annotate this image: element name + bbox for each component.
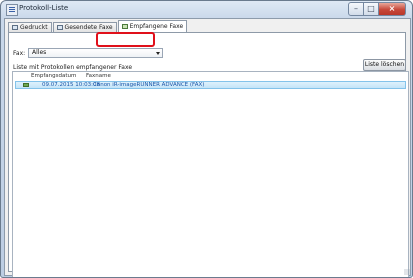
tab-bar: Gedruckt Gesendete Faxe Empfangene Faxe — [8, 20, 188, 32]
printer-icon — [12, 25, 18, 30]
list-caption: Liste mit Protokollen empfangener Faxe — [13, 64, 133, 71]
resize-grip[interactable] — [404, 269, 410, 275]
received-fax-list[interactable]: Empfangsdatum Faxname 09.07.2015 10:03:0… — [12, 71, 409, 277]
maximize-icon: □ — [367, 4, 375, 13]
sent-fax-icon — [56, 25, 63, 30]
list-header: Empfangsdatum Faxname — [13, 72, 408, 80]
row-faxname: Canon iR-imageRUNNER ADVANCE (FAX) — [93, 82, 205, 88]
app-icon — [6, 4, 18, 16]
column-header-date[interactable]: Empfangsdatum — [31, 73, 76, 79]
tab-received-faxes[interactable]: Empfangene Faxe — [117, 20, 188, 32]
maximize-button[interactable]: □ — [364, 2, 379, 16]
column-header-faxname[interactable]: Faxname — [86, 73, 111, 79]
clear-list-button[interactable]: Liste löschen — [363, 59, 406, 71]
fax-filter-dropdown[interactable]: Alles — [28, 48, 163, 58]
minimize-icon: – — [354, 4, 358, 13]
received-fax-icon — [121, 24, 128, 29]
tab-received-faxes-label: Empfangene Faxe — [129, 23, 184, 30]
window-title: Protokoll-Liste — [19, 4, 69, 12]
received-faxes-panel: Fax: Alles Liste mit Protokollen empfang… — [8, 32, 409, 277]
close-button[interactable]: × — [379, 2, 406, 16]
fax-filter-label: Fax: — [13, 50, 26, 57]
minimize-button[interactable]: – — [348, 2, 364, 16]
title-bar[interactable]: Protokoll-Liste – □ × — [1, 1, 412, 19]
close-icon: × — [388, 4, 396, 13]
fax-filter-value: Alles — [32, 49, 47, 56]
client-area: Gedruckt Gesendete Faxe Empfangene Faxe … — [4, 18, 411, 277]
protocol-list-window: Protokoll-Liste – □ × Gedruckt Gesendete… — [0, 0, 413, 278]
fax-icon — [23, 83, 29, 87]
tab-sent-faxes-label: Gesendete Faxe — [64, 24, 113, 31]
row-date: 09.07.2015 10:03:08 — [42, 82, 100, 88]
tab-highlight-annotation — [96, 32, 155, 47]
tab-printed-label: Gedruckt — [20, 24, 48, 31]
list-row[interactable]: 09.07.2015 10:03:08 Canon iR-imageRUNNER… — [15, 81, 406, 89]
tab-printed[interactable]: Gedruckt — [8, 22, 52, 32]
tab-sent-faxes[interactable]: Gesendete Faxe — [52, 22, 117, 32]
window-controls: – □ × — [348, 2, 406, 16]
chevron-down-icon — [156, 52, 160, 55]
